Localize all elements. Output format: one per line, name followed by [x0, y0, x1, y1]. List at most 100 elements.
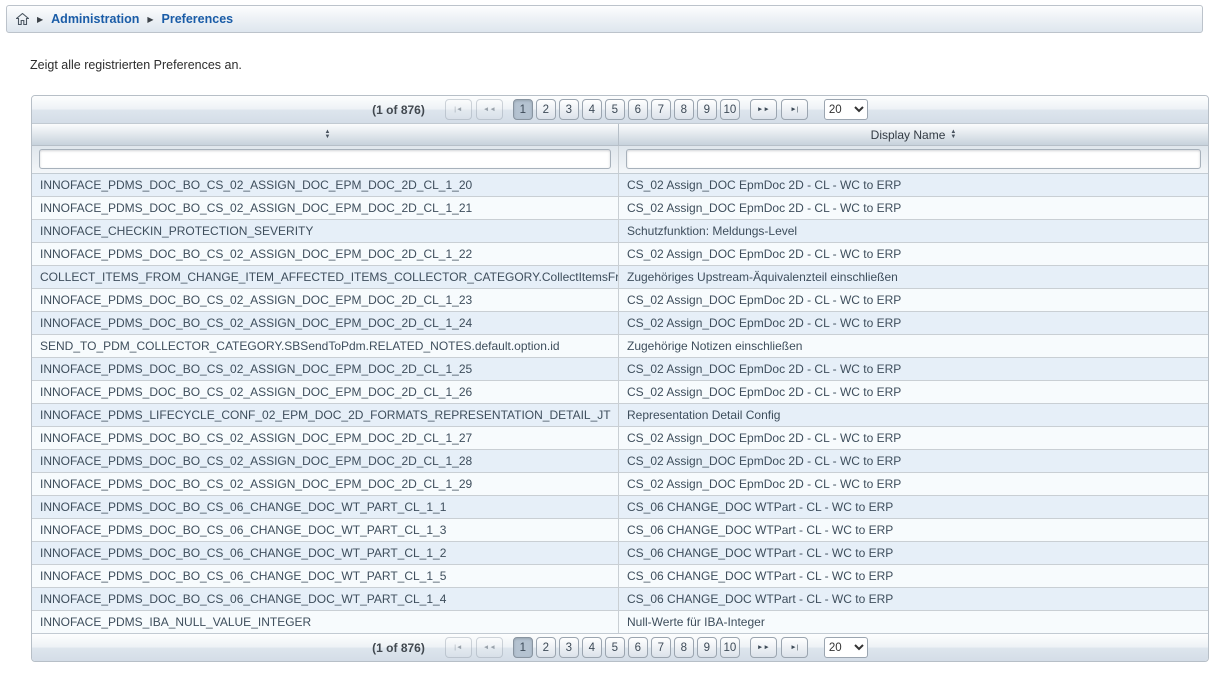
- preference-name-cell: COLLECT_ITEMS_FROM_CHANGE_ITEM_AFFECTED_…: [32, 266, 619, 288]
- page-button[interactable]: 8: [674, 637, 694, 658]
- page-button[interactable]: 9: [697, 637, 717, 658]
- page-button[interactable]: 9: [697, 99, 717, 120]
- display-name-cell: CS_06 CHANGE_DOC WTPart - CL - WC to ERP: [619, 588, 1208, 610]
- page-button[interactable]: 2: [536, 637, 556, 658]
- preference-name-cell: INNOFACE_PDMS_DOC_BO_CS_06_CHANGE_DOC_WT…: [32, 565, 619, 587]
- column-header-name[interactable]: ▲▼: [32, 124, 619, 145]
- table-row[interactable]: INNOFACE_PDMS_DOC_BO_CS_02_ASSIGN_DOC_EP…: [32, 312, 1208, 335]
- rows-per-page-select[interactable]: 20: [824, 637, 868, 658]
- page-button[interactable]: 4: [582, 637, 602, 658]
- column-header-display-name-label: Display Name: [871, 128, 946, 142]
- display-name-cell: Schutzfunktion: Meldungs-Level: [619, 220, 1208, 242]
- table-row[interactable]: INNOFACE_PDMS_DOC_BO_CS_02_ASSIGN_DOC_EP…: [32, 289, 1208, 312]
- breadcrumb-item-preferences[interactable]: Preferences: [162, 12, 234, 26]
- display-name-filter-input[interactable]: [626, 149, 1201, 169]
- page-button[interactable]: 2: [536, 99, 556, 120]
- display-name-cell: CS_02 Assign_DOC EpmDoc 2D - CL - WC to …: [619, 197, 1208, 219]
- preference-name-cell: INNOFACE_CHECKIN_PROTECTION_SEVERITY: [32, 220, 619, 242]
- next-page-button[interactable]: ►►: [750, 637, 777, 658]
- page-button[interactable]: 3: [559, 99, 579, 120]
- previous-page-button: ◄◄: [476, 99, 503, 120]
- table-row[interactable]: INNOFACE_PDMS_LIFECYCLE_CONF_02_EPM_DOC_…: [32, 404, 1208, 427]
- display-name-cell: CS_06 CHANGE_DOC WTPart - CL - WC to ERP: [619, 542, 1208, 564]
- page-button[interactable]: 6: [628, 99, 648, 120]
- table-row[interactable]: INNOFACE_PDMS_DOC_BO_CS_06_CHANGE_DOC_WT…: [32, 565, 1208, 588]
- display-name-cell: CS_02 Assign_DOC EpmDoc 2D - CL - WC to …: [619, 174, 1208, 196]
- next-page-button[interactable]: ►►: [750, 99, 777, 120]
- page-button[interactable]: 10: [720, 637, 740, 658]
- first-page-button: |◄: [445, 637, 472, 658]
- current-page-report: (1 of 876): [372, 103, 425, 117]
- page-button[interactable]: 10: [720, 99, 740, 120]
- page-button[interactable]: 5: [605, 99, 625, 120]
- table-row[interactable]: INNOFACE_PDMS_DOC_BO_CS_06_CHANGE_DOC_WT…: [32, 542, 1208, 565]
- table-header: ▲▼ Display Name ▲▼: [32, 124, 1208, 146]
- page-button[interactable]: 3: [559, 637, 579, 658]
- page-button[interactable]: 1: [513, 99, 533, 120]
- display-name-cell: Representation Detail Config: [619, 404, 1208, 426]
- table-row[interactable]: INNOFACE_PDMS_IBA_NULL_VALUE_INTEGER Nul…: [32, 611, 1208, 633]
- display-name-cell: CS_02 Assign_DOC EpmDoc 2D - CL - WC to …: [619, 289, 1208, 311]
- breadcrumb-item-administration[interactable]: Administration: [51, 12, 139, 26]
- page-links: 12345678910: [513, 99, 740, 120]
- preferences-table: (1 of 876) |◄ ◄◄ 12345678910 ►► ►| 20 ▲▼…: [31, 95, 1209, 662]
- display-name-cell: CS_02 Assign_DOC EpmDoc 2D - CL - WC to …: [619, 427, 1208, 449]
- last-page-button[interactable]: ►|: [781, 637, 808, 658]
- table-row[interactable]: INNOFACE_PDMS_DOC_BO_CS_02_ASSIGN_DOC_EP…: [32, 427, 1208, 450]
- page-button[interactable]: 7: [651, 637, 671, 658]
- page-button[interactable]: 7: [651, 99, 671, 120]
- table-row[interactable]: INNOFACE_PDMS_DOC_BO_CS_02_ASSIGN_DOC_EP…: [32, 174, 1208, 197]
- sort-icon: ▲▼: [950, 130, 956, 140]
- table-body: INNOFACE_PDMS_DOC_BO_CS_02_ASSIGN_DOC_EP…: [32, 174, 1208, 633]
- display-name-cell: Zugehörige Notizen einschließen: [619, 335, 1208, 357]
- display-name-cell: Null-Werte für IBA-Integer: [619, 611, 1208, 633]
- preference-name-cell: INNOFACE_PDMS_DOC_BO_CS_06_CHANGE_DOC_WT…: [32, 542, 619, 564]
- preference-name-cell: INNOFACE_PDMS_IBA_NULL_VALUE_INTEGER: [32, 611, 619, 633]
- preference-name-cell: SEND_TO_PDM_COLLECTOR_CATEGORY.SBSendToP…: [32, 335, 619, 357]
- name-filter-input[interactable]: [39, 149, 611, 169]
- paginator-top: (1 of 876) |◄ ◄◄ 12345678910 ►► ►| 20: [32, 96, 1208, 124]
- table-row[interactable]: INNOFACE_PDMS_DOC_BO_CS_02_ASSIGN_DOC_EP…: [32, 381, 1208, 404]
- page-button[interactable]: 8: [674, 99, 694, 120]
- breadcrumb: ▶ Administration ▶ Preferences: [6, 5, 1203, 33]
- display-name-cell: CS_02 Assign_DOC EpmDoc 2D - CL - WC to …: [619, 312, 1208, 334]
- display-name-cell: CS_02 Assign_DOC EpmDoc 2D - CL - WC to …: [619, 381, 1208, 403]
- page-button[interactable]: 6: [628, 637, 648, 658]
- current-page-report: (1 of 876): [372, 641, 425, 655]
- preference-name-cell: INNOFACE_PDMS_DOC_BO_CS_02_ASSIGN_DOC_EP…: [32, 243, 619, 265]
- display-name-cell: CS_06 CHANGE_DOC WTPart - CL - WC to ERP: [619, 519, 1208, 541]
- preference-name-cell: INNOFACE_PDMS_DOC_BO_CS_02_ASSIGN_DOC_EP…: [32, 381, 619, 403]
- table-row[interactable]: INNOFACE_PDMS_DOC_BO_CS_02_ASSIGN_DOC_EP…: [32, 450, 1208, 473]
- table-row[interactable]: COLLECT_ITEMS_FROM_CHANGE_ITEM_AFFECTED_…: [32, 266, 1208, 289]
- page-button[interactable]: 5: [605, 637, 625, 658]
- table-row[interactable]: INNOFACE_CHECKIN_PROTECTION_SEVERITY Sch…: [32, 220, 1208, 243]
- rows-per-page-select[interactable]: 20: [824, 99, 868, 120]
- table-row[interactable]: SEND_TO_PDM_COLLECTOR_CATEGORY.SBSendToP…: [32, 335, 1208, 358]
- page-button[interactable]: 4: [582, 99, 602, 120]
- page-links: 12345678910: [513, 637, 740, 658]
- page-description: Zeigt alle registrierten Preferences an.: [30, 58, 1209, 72]
- home-icon[interactable]: [16, 13, 29, 25]
- display-name-cell: CS_06 CHANGE_DOC WTPart - CL - WC to ERP: [619, 496, 1208, 518]
- preference-name-cell: INNOFACE_PDMS_DOC_BO_CS_02_ASSIGN_DOC_EP…: [32, 450, 619, 472]
- table-row[interactable]: INNOFACE_PDMS_DOC_BO_CS_02_ASSIGN_DOC_EP…: [32, 473, 1208, 496]
- table-row[interactable]: INNOFACE_PDMS_DOC_BO_CS_06_CHANGE_DOC_WT…: [32, 588, 1208, 611]
- last-page-button[interactable]: ►|: [781, 99, 808, 120]
- table-row[interactable]: INNOFACE_PDMS_DOC_BO_CS_02_ASSIGN_DOC_EP…: [32, 358, 1208, 381]
- first-page-button: |◄: [445, 99, 472, 120]
- table-row[interactable]: INNOFACE_PDMS_DOC_BO_CS_06_CHANGE_DOC_WT…: [32, 496, 1208, 519]
- chevron-right-icon: ▶: [147, 15, 153, 24]
- column-header-display-name[interactable]: Display Name ▲▼: [619, 124, 1208, 145]
- preference-name-cell: INNOFACE_PDMS_DOC_BO_CS_06_CHANGE_DOC_WT…: [32, 496, 619, 518]
- filter-row: [32, 146, 1208, 174]
- table-row[interactable]: INNOFACE_PDMS_DOC_BO_CS_02_ASSIGN_DOC_EP…: [32, 197, 1208, 220]
- display-name-cell: CS_02 Assign_DOC EpmDoc 2D - CL - WC to …: [619, 450, 1208, 472]
- page-button[interactable]: 1: [513, 637, 533, 658]
- preference-name-cell: INNOFACE_PDMS_DOC_BO_CS_02_ASSIGN_DOC_EP…: [32, 427, 619, 449]
- preference-name-cell: INNOFACE_PDMS_DOC_BO_CS_02_ASSIGN_DOC_EP…: [32, 473, 619, 495]
- table-row[interactable]: INNOFACE_PDMS_DOC_BO_CS_02_ASSIGN_DOC_EP…: [32, 243, 1208, 266]
- chevron-right-icon: ▶: [37, 15, 43, 24]
- display-name-cell: CS_02 Assign_DOC EpmDoc 2D - CL - WC to …: [619, 243, 1208, 265]
- previous-page-button: ◄◄: [476, 637, 503, 658]
- table-row[interactable]: INNOFACE_PDMS_DOC_BO_CS_06_CHANGE_DOC_WT…: [32, 519, 1208, 542]
